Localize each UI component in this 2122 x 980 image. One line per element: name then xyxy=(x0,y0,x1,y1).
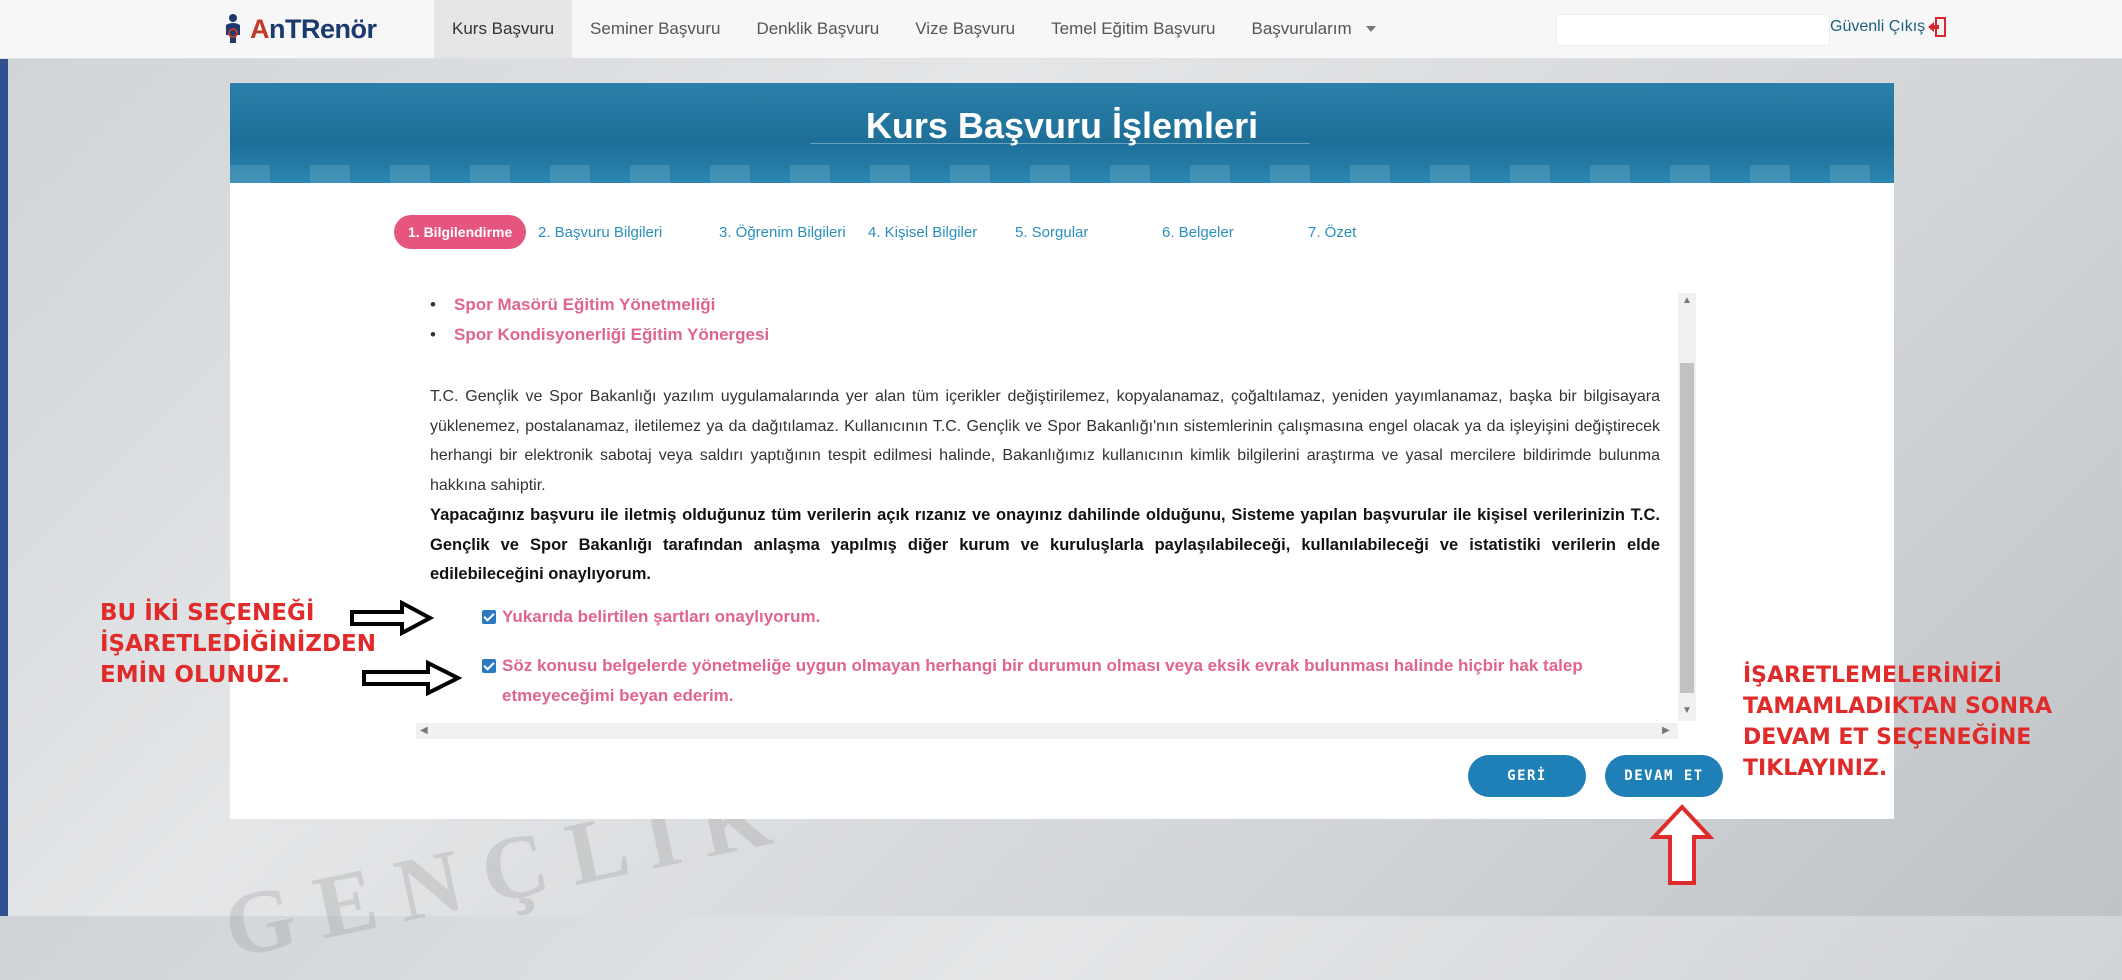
continue-button[interactable]: DEVAM ET xyxy=(1605,755,1723,797)
consent-paragraph: Yapacağınız başvuru ile iletmiş olduğunu… xyxy=(430,506,1660,583)
logout-link[interactable]: Güvenli Çıkış xyxy=(1830,16,1947,38)
nav-temel-egitim-basvuru[interactable]: Temel Eğitim Başvuru xyxy=(1033,0,1233,58)
checkbox-accept-terms-label: Yukarıda belirtilen şartları onaylıyorum… xyxy=(502,607,821,626)
checkbox-declaration-label: Söz konusu belgelerde yönetmeliğe uygun … xyxy=(502,656,1583,705)
terms-paragraph: T.C. Gençlik ve Spor Bakanlığı yazılım u… xyxy=(430,388,1660,494)
page-banner: Kurs Başvuru İşlemleri xyxy=(230,83,1894,183)
regulation-link[interactable]: Spor Kondisyonerliği Eğitim Yönergesi xyxy=(430,325,769,355)
scrollbar-thumb[interactable] xyxy=(1680,363,1694,693)
page-title: Kurs Başvuru İşlemleri xyxy=(865,105,1259,146)
regulation-link[interactable]: Spor Masörü Eğitim Yönetmeliği xyxy=(430,295,769,325)
step-basvuru-bilgileri[interactable]: 2. Başvuru Bilgileri xyxy=(538,215,662,249)
annotation-left-line: BU İKİ SEÇENEĞİ xyxy=(100,600,315,626)
annotation-right-line: DEVAM ET SEÇENEĞİNE xyxy=(1743,725,2032,750)
nav-basvurularim-dropdown[interactable]: Başvurularım xyxy=(1234,0,1394,58)
scroll-down-icon[interactable]: ▼ xyxy=(1682,705,1692,716)
nav-denklik-basvuru[interactable]: Denklik Başvuru xyxy=(738,0,897,58)
scroll-right-icon[interactable]: ▶ xyxy=(1662,725,1670,736)
nav-basvurularim-label: Başvurularım xyxy=(1251,19,1352,38)
main-menu: Kurs Başvuru Seminer Başvuru Denklik Baş… xyxy=(434,0,1394,58)
logo[interactable]: AnTRenör xyxy=(218,10,377,48)
annotation-left-line: İŞARETLEDİĞİNİZDEN xyxy=(100,631,377,657)
scroll-up-icon[interactable]: ▲ xyxy=(1682,295,1692,306)
logo-icon xyxy=(226,14,240,43)
logout-label: Güvenli Çıkış xyxy=(1830,18,1926,35)
checkbox-checked-icon[interactable] xyxy=(482,610,496,624)
logo-text: AnTRenör xyxy=(250,13,377,44)
banner-decoration xyxy=(230,165,1894,183)
step-kisisel-bilgiler[interactable]: 4. Kişisel Bilgiler xyxy=(868,215,977,249)
arrow-right-icon xyxy=(350,600,434,636)
step-belgeler[interactable]: 6. Belgeler xyxy=(1162,215,1234,249)
background-edge xyxy=(0,0,8,916)
horizontal-scrollbar[interactable]: ◀ ▶ xyxy=(416,723,1678,739)
annotation-left: BU İKİ SEÇENEĞİ İŞARETLEDİĞİNİZDEN EMİN … xyxy=(100,598,376,691)
annotation-right: İŞARETLEMELERİNİZİ TAMAMLADIKTAN SONRA D… xyxy=(1743,660,2052,784)
nav-seminer-basvuru[interactable]: Seminer Başvuru xyxy=(572,0,738,58)
annotation-left-line: EMİN OLUNUZ. xyxy=(100,662,290,688)
regulation-link-list: Spor Masörü Eğitim Yönetmeliği Spor Kond… xyxy=(430,295,769,355)
scroll-left-icon[interactable]: ◀ xyxy=(420,725,428,736)
vertical-scrollbar[interactable]: ▲ ▼ xyxy=(1678,293,1696,721)
step-ogrenim-bilgileri[interactable]: 3. Öğrenim Bilgileri xyxy=(719,215,846,249)
step-ozet[interactable]: 7. Özet xyxy=(1308,215,1356,249)
step-sorgular[interactable]: 5. Sorgular xyxy=(1015,215,1088,249)
exit-icon xyxy=(1928,17,1947,37)
search-input[interactable] xyxy=(1556,14,1830,46)
annotation-right-line: İŞARETLEMELERİNİZİ xyxy=(1743,663,2002,688)
nav-kurs-basvuru[interactable]: Kurs Başvuru xyxy=(434,0,573,58)
step-bilgilendirme[interactable]: 1. Bilgilendirme xyxy=(394,215,527,249)
back-button[interactable]: GERİ xyxy=(1468,755,1586,797)
checkbox-declaration[interactable]: Söz konusu belgelerde yönetmeliğe uygun … xyxy=(482,651,1662,711)
annotation-right-line: TIKLAYINIZ. xyxy=(1743,756,1888,781)
arrow-up-icon xyxy=(1650,804,1714,885)
nav-vize-basvuru[interactable]: Vize Başvuru xyxy=(897,0,1033,58)
annotation-right-line: TAMAMLADIKTAN SONRA xyxy=(1743,694,2052,719)
chevron-down-icon xyxy=(1365,26,1376,32)
checkbox-accept-terms[interactable]: Yukarıda belirtilen şartları onaylıyorum… xyxy=(482,602,1662,632)
application-card: Kurs Başvuru İşlemleri 1. Bilgilendirme … xyxy=(230,83,1894,819)
top-navbar: AnTRenör Kurs Başvuru Seminer Başvuru De… xyxy=(0,0,2122,59)
checkbox-checked-icon[interactable] xyxy=(482,659,496,673)
arrow-right-icon xyxy=(362,660,462,696)
